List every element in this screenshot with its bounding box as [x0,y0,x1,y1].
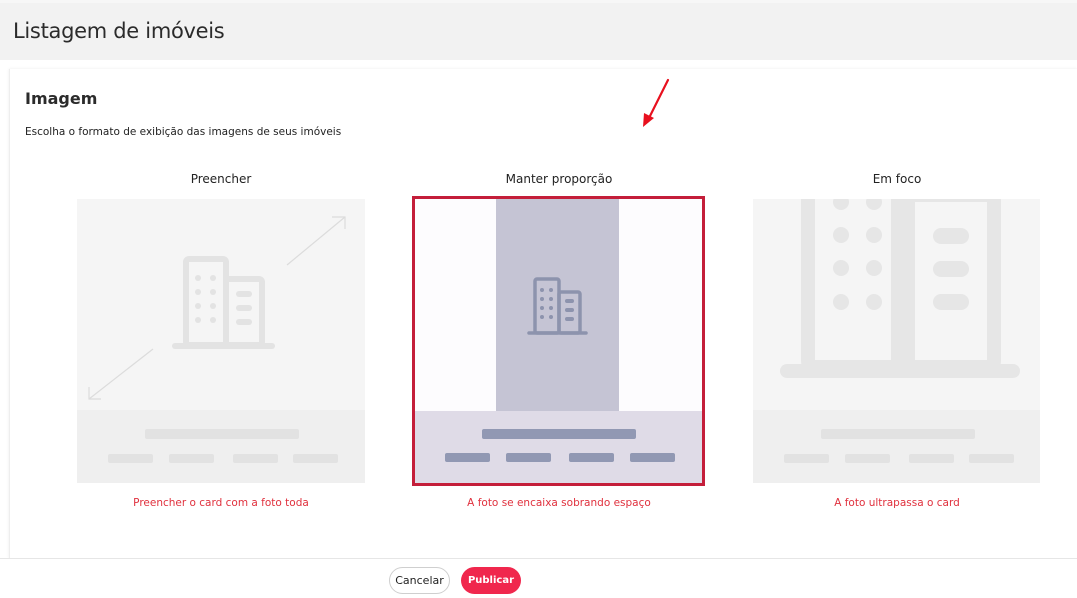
publish-button[interactable]: Publicar [461,567,521,594]
option-caption-preencher: Preencher o card com a foto toda [133,497,309,509]
page-title: Listagem de imóveis [13,19,225,43]
cancel-button[interactable]: Cancelar [389,567,450,594]
option-card-manter-proporcao[interactable] [412,196,705,486]
annotation-arrow-icon [643,78,670,127]
option-label-em-foco: Em foco [872,172,922,186]
option-caption-em-foco: A foto ultrapassa o card [834,497,960,509]
footer-bar [0,558,1077,598]
option-card-em-foco[interactable] [753,199,1040,483]
top-bar: Listagem de imóveis [0,0,1077,60]
section-title: Imagem [25,89,98,108]
option-caption-manter-proporcao: A foto se encaixa sobrando espaço [467,497,651,509]
option-label-manter-proporcao: Manter proporção [505,172,613,186]
section-description: Escolha o formato de exibição das imagen… [25,126,342,138]
option-label-preencher: Preencher [190,172,252,186]
option-card-preencher[interactable] [77,199,365,483]
